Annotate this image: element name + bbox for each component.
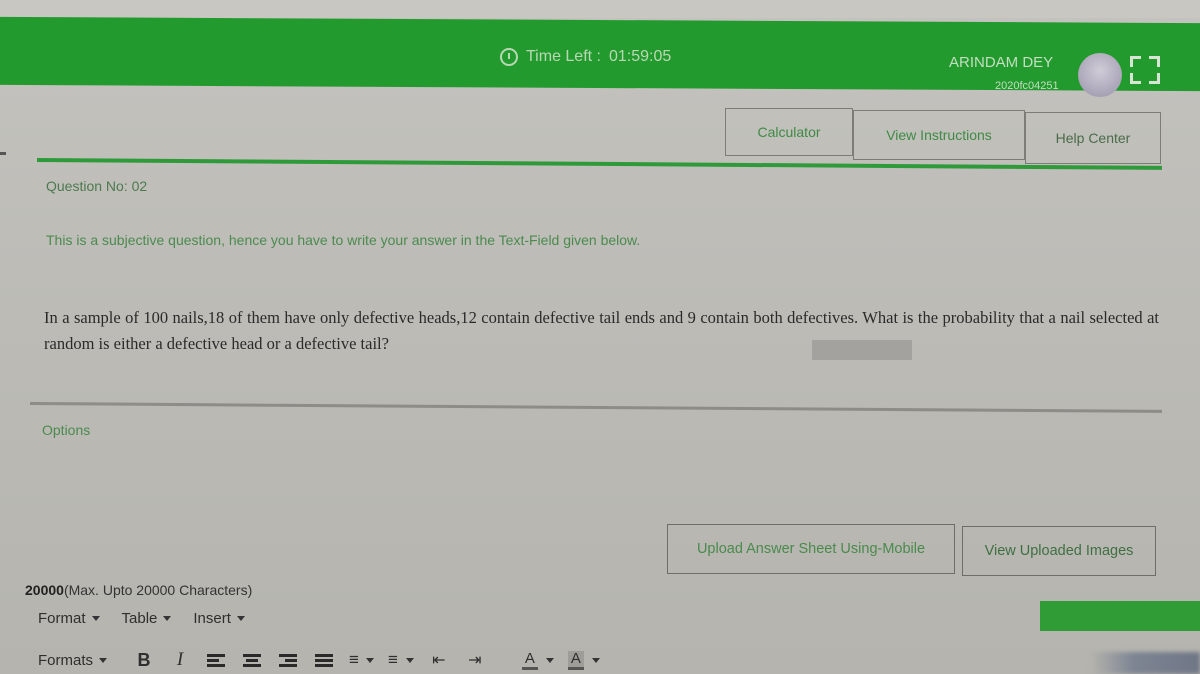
bold-button[interactable]: B [133,649,155,671]
clock-icon [500,48,518,66]
caret-down-icon [91,616,100,621]
view-uploaded-images-button[interactable]: View Uploaded Images [962,526,1156,576]
timer-label: Time Left : [526,48,601,65]
help-center-button[interactable]: Help Center [1025,112,1161,164]
numbered-list-button[interactable]: ≡ [388,650,414,670]
exam-page: Time Left : 01:59:05 ARINDAM DEY 2020fc0… [0,0,1200,674]
editor-menu-bar: Format Table Insert [38,610,245,627]
caret-down-icon [591,657,600,663]
align-right-icon [279,653,298,667]
menu-label: Insert [193,610,231,627]
align-justify-button[interactable] [313,649,335,671]
edge-marker [0,152,6,155]
char-count: 20000 [25,582,64,598]
align-left-button[interactable] [205,649,227,671]
align-center-icon [243,653,262,667]
align-justify-icon [315,653,334,667]
formats-dropdown[interactable]: Formats [38,651,108,669]
blurred-area [1090,652,1200,674]
menu-label: Format [38,610,86,627]
caret-down-icon [163,616,172,621]
green-panel [1040,601,1200,631]
timer: Time Left : 01:59:05 [500,48,671,66]
indent-button[interactable]: ⇥ [464,649,486,671]
background-color-button[interactable]: A [567,650,600,670]
question-instruction: This is a subjective question, hence you… [46,232,641,248]
caret-down-icon [236,616,245,621]
question-text: In a sample of 100 nails,18 of them have… [44,308,1159,353]
text-color-icon: A [521,650,538,670]
menu-insert[interactable]: Insert [193,610,245,627]
upload-answer-mobile-button[interactable]: Upload Answer Sheet Using-Mobile [667,524,955,574]
italic-button[interactable]: I [169,649,191,671]
align-left-icon [207,653,226,667]
bullet-list-button[interactable]: ≡ [349,650,374,670]
calculator-button[interactable]: Calculator [725,108,853,156]
question-number: Question No: 02 [46,178,148,194]
char-limit: 20000(Max. Upto 20000 Characters) [25,582,252,598]
view-instructions-button[interactable]: View Instructions [853,110,1025,160]
align-right-button[interactable] [277,649,299,671]
avatar [1078,53,1122,97]
fullscreen-icon[interactable] [1130,56,1160,84]
caret-down-icon [99,657,108,663]
formats-label: Formats [38,651,94,669]
text-color-button[interactable]: A [521,650,554,670]
outdent-icon: ⇤ [432,652,446,669]
editor-toolbar: Formats B I ≡ ≡ ⇤ ⇥ A A [38,648,614,672]
menu-label: Table [121,610,158,627]
caret-down-icon [365,657,374,663]
options-label: Options [42,422,91,438]
divider [29,402,1162,413]
timer-value: 01:59:05 [608,48,672,65]
indent-icon: ⇥ [468,652,482,669]
outdent-button[interactable]: ⇤ [428,649,450,671]
redacted-area [812,340,912,360]
caret-down-icon [545,657,554,663]
caret-down-icon [405,657,414,663]
numbered-list-icon: ≡ [387,650,398,669]
user-id: 2020fc04251 [995,80,1059,92]
align-center-button[interactable] [241,649,263,671]
background-color-icon: A [567,650,584,670]
char-limit-text: (Max. Upto 20000 Characters) [63,582,253,598]
user-name: ARINDAM DEY [949,54,1054,71]
top-strip [0,0,1200,18]
menu-table[interactable]: Table [122,610,172,627]
menu-format[interactable]: Format [38,610,100,627]
bullet-list-icon: ≡ [349,650,359,669]
